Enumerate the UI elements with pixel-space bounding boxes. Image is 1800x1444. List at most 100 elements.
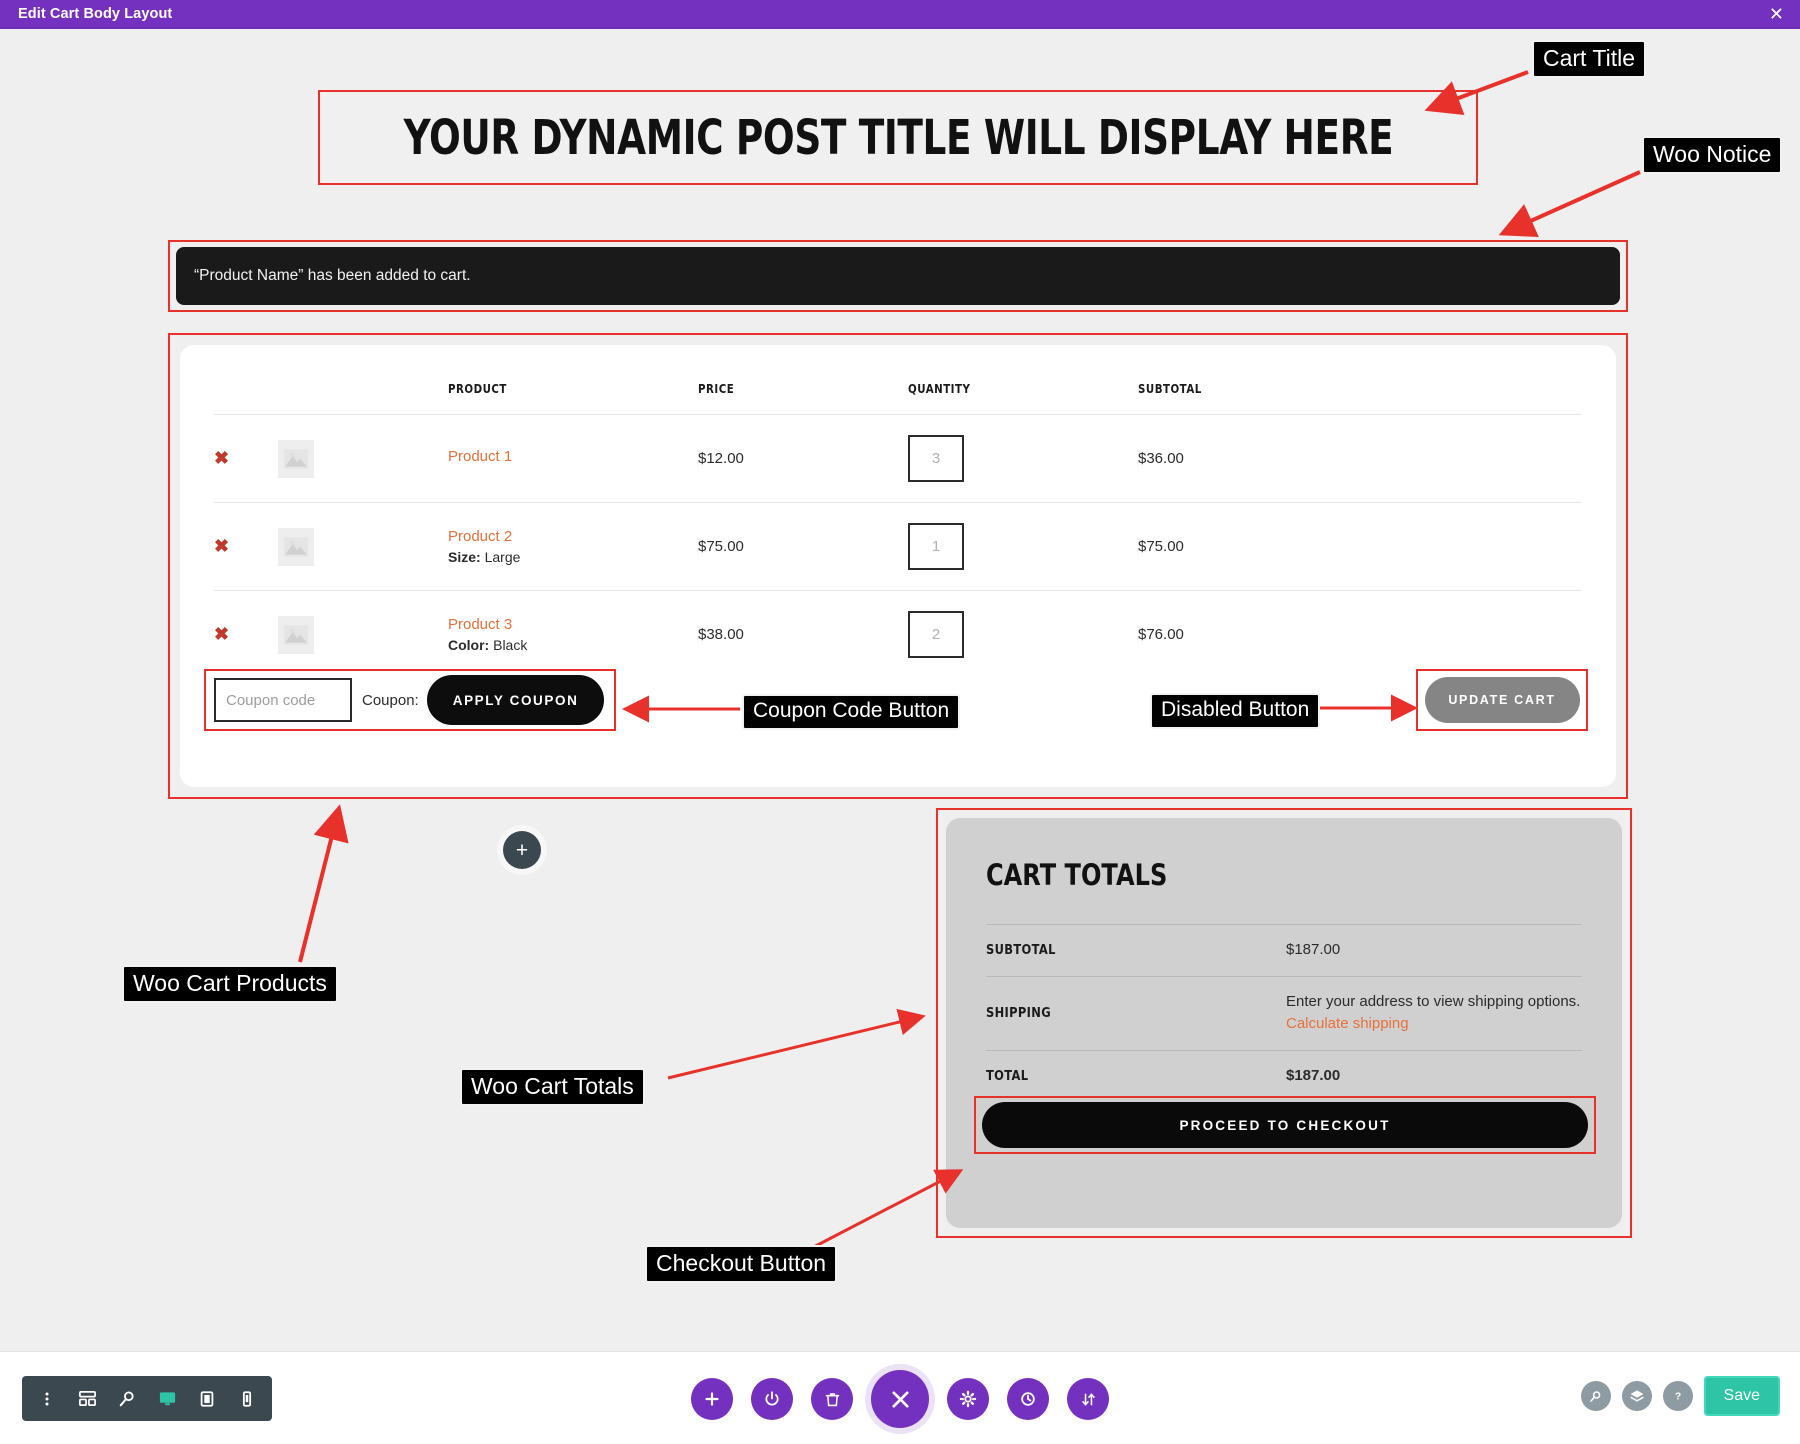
cell-subtotal: $76.00 [1138, 626, 1184, 643]
editor-bottombar: ? Save [0, 1351, 1800, 1444]
remove-item-icon[interactable]: ✖ [214, 624, 229, 645]
layers-icon[interactable] [1621, 1381, 1652, 1411]
cell-product: Product 2 Size: Large [448, 503, 698, 591]
quantity-input[interactable]: 3 [908, 435, 964, 482]
woo-cart-totals-module[interactable]: CART TOTALS SUBTOTAL $187.00 SHIPPING En… [936, 808, 1632, 1238]
variation-value: Large [484, 548, 521, 565]
table-row: ✖ Product 3 Color: Black $38.00 2 $76.00 [214, 590, 1582, 679]
th-price: PRICE [698, 381, 735, 396]
power-icon[interactable] [751, 1378, 793, 1420]
cell-quantity: 3 [908, 415, 1138, 503]
coupon-code-highlight: Coupon code Coupon: APPLY COUPON [204, 669, 616, 731]
product-link[interactable]: Product 3 [448, 616, 698, 633]
update-cart-highlight: UPDATE CART [1416, 669, 1588, 731]
add-icon[interactable] [691, 1378, 733, 1420]
totals-key: SUBTOTAL [986, 942, 1056, 959]
checkout-highlight: PROCEED TO CHECKOUT [974, 1096, 1596, 1154]
coupon-input[interactable]: Coupon code [214, 678, 352, 722]
annotation-checkout-button: Checkout Button [645, 1245, 838, 1284]
page-title: Edit Cart Body Layout [18, 5, 173, 22]
desktop-icon[interactable] [150, 1382, 184, 1416]
table-row: ✖ Product 1 $12.00 3 $36.00 [214, 414, 1582, 503]
add-module-button[interactable]: + [503, 831, 541, 869]
close-icon[interactable]: ✕ [1769, 5, 1784, 23]
editor-actions-group [691, 1370, 1109, 1428]
editor-topbar: Edit Cart Body Layout ✕ [0, 0, 1800, 29]
th-thumbnail [278, 381, 417, 415]
cell-price: $75.00 [698, 538, 744, 555]
th-subtotal: SUBTOTAL [1138, 381, 1202, 396]
annotation-woo-cart-products: Woo Cart Products [122, 965, 338, 1004]
totals-value: $187.00 [1286, 1066, 1341, 1084]
remove-item-icon[interactable]: ✖ [214, 536, 229, 557]
quantity-input[interactable]: 1 [908, 523, 964, 570]
editor-root: Edit Cart Body Layout ✕ YOUR DYNAMIC POS… [0, 0, 1800, 1444]
product-link[interactable]: Product 2 [448, 528, 698, 545]
variation-value: Black [493, 636, 528, 653]
editor-tools-group [22, 1376, 272, 1421]
table-header-row: PRODUCT PRICE QUANTITY SUBTOTAL [214, 381, 1582, 415]
sort-icon[interactable] [1067, 1378, 1109, 1420]
totals-key: SHIPPING [986, 1005, 1051, 1021]
annotation-woo-notice: Woo Notice [1642, 136, 1783, 175]
totals-key: TOTAL [986, 1067, 1029, 1084]
proceed-to-checkout-button[interactable]: PROCEED TO CHECKOUT [982, 1102, 1588, 1148]
cell-remove: ✖ [214, 503, 278, 591]
coupon-label: Coupon: [362, 691, 419, 709]
tablet-icon[interactable] [190, 1382, 224, 1416]
th-remove [214, 381, 266, 415]
quantity-input[interactable]: 2 [908, 611, 964, 658]
cell-product: Product 3 Color: Black [448, 591, 698, 679]
woo-notice-module[interactable]: “Product Name” has been added to cart. [168, 240, 1628, 312]
apply-coupon-button[interactable]: APPLY COUPON [426, 675, 605, 725]
annotation-disabled-button: Disabled Button [1150, 693, 1321, 730]
totals-row-total: TOTAL $187.00 [986, 1049, 1582, 1102]
remove-item-icon[interactable]: ✖ [214, 448, 229, 469]
totals-row-shipping: SHIPPING Enter your address to view ship… [986, 975, 1582, 1050]
calculate-shipping-link[interactable]: Calculate shipping [1286, 1015, 1409, 1032]
table-row: ✖ Product 2 Size: Large $75.00 1 $75.00 [214, 502, 1582, 591]
product-variation: Color: Black [448, 637, 527, 653]
totals-row-subtotal: SUBTOTAL $187.00 [986, 924, 1582, 976]
cell-thumbnail [278, 503, 448, 591]
cell-price: $12.00 [698, 450, 744, 467]
product-image-placeholder-icon [278, 615, 314, 654]
trash-icon[interactable] [811, 1378, 853, 1420]
woo-notice-text: “Product Name” has been added to cart. [194, 267, 471, 284]
shipping-message: Enter your address to view shipping opti… [1286, 992, 1581, 1010]
save-button[interactable]: Save [1703, 1376, 1780, 1416]
more-vertical-icon[interactable] [30, 1382, 64, 1416]
annotation-cart-title: Cart Title [1532, 40, 1647, 79]
totals-value-group: Enter your address to view shipping opti… [1286, 991, 1582, 1036]
cell-remove: ✖ [214, 591, 278, 679]
cart-totals-card: CART TOTALS SUBTOTAL $187.00 SHIPPING En… [946, 818, 1622, 1228]
cart-title-module[interactable]: YOUR DYNAMIC POST TITLE WILL DISPLAY HER… [318, 90, 1478, 185]
woo-notice-bar: “Product Name” has been added to cart. [176, 247, 1620, 305]
help-icon[interactable]: ? [1662, 1381, 1693, 1411]
cart-totals-heading: CART TOTALS [986, 858, 1168, 892]
cell-subtotal: $36.00 [1138, 450, 1184, 467]
cart-items-table: PRODUCT PRICE QUANTITY SUBTOTAL ✖ Produc… [214, 381, 1582, 678]
search-icon[interactable] [110, 1382, 144, 1416]
history-icon[interactable] [1007, 1378, 1049, 1420]
cell-quantity: 1 [908, 503, 1138, 591]
product-link[interactable]: Product 1 [448, 448, 698, 465]
wireframe-icon[interactable] [70, 1382, 104, 1416]
settings-icon[interactable] [947, 1378, 989, 1420]
annotation-coupon-code-button: Coupon Code Button [742, 694, 961, 731]
cart-title-text: YOUR DYNAMIC POST TITLE WILL DISPLAY HER… [403, 109, 1393, 166]
annotation-woo-cart-totals: Woo Cart Totals [460, 1068, 645, 1107]
variation-label: Color: [448, 636, 490, 653]
cell-thumbnail [278, 591, 448, 679]
cell-price: $38.00 [698, 626, 744, 643]
variation-label: Size: [448, 548, 481, 565]
product-image-placeholder-icon [278, 527, 314, 566]
phone-icon[interactable] [230, 1382, 264, 1416]
svg-text:?: ? [1674, 1392, 1680, 1403]
update-cart-button: UPDATE CART [1424, 677, 1580, 723]
cell-product: Product 1 [448, 415, 698, 503]
close-icon[interactable] [871, 1370, 929, 1428]
totals-value: $187.00 [1286, 941, 1341, 958]
cell-thumbnail [278, 415, 448, 503]
zoom-icon[interactable] [1580, 1381, 1611, 1411]
